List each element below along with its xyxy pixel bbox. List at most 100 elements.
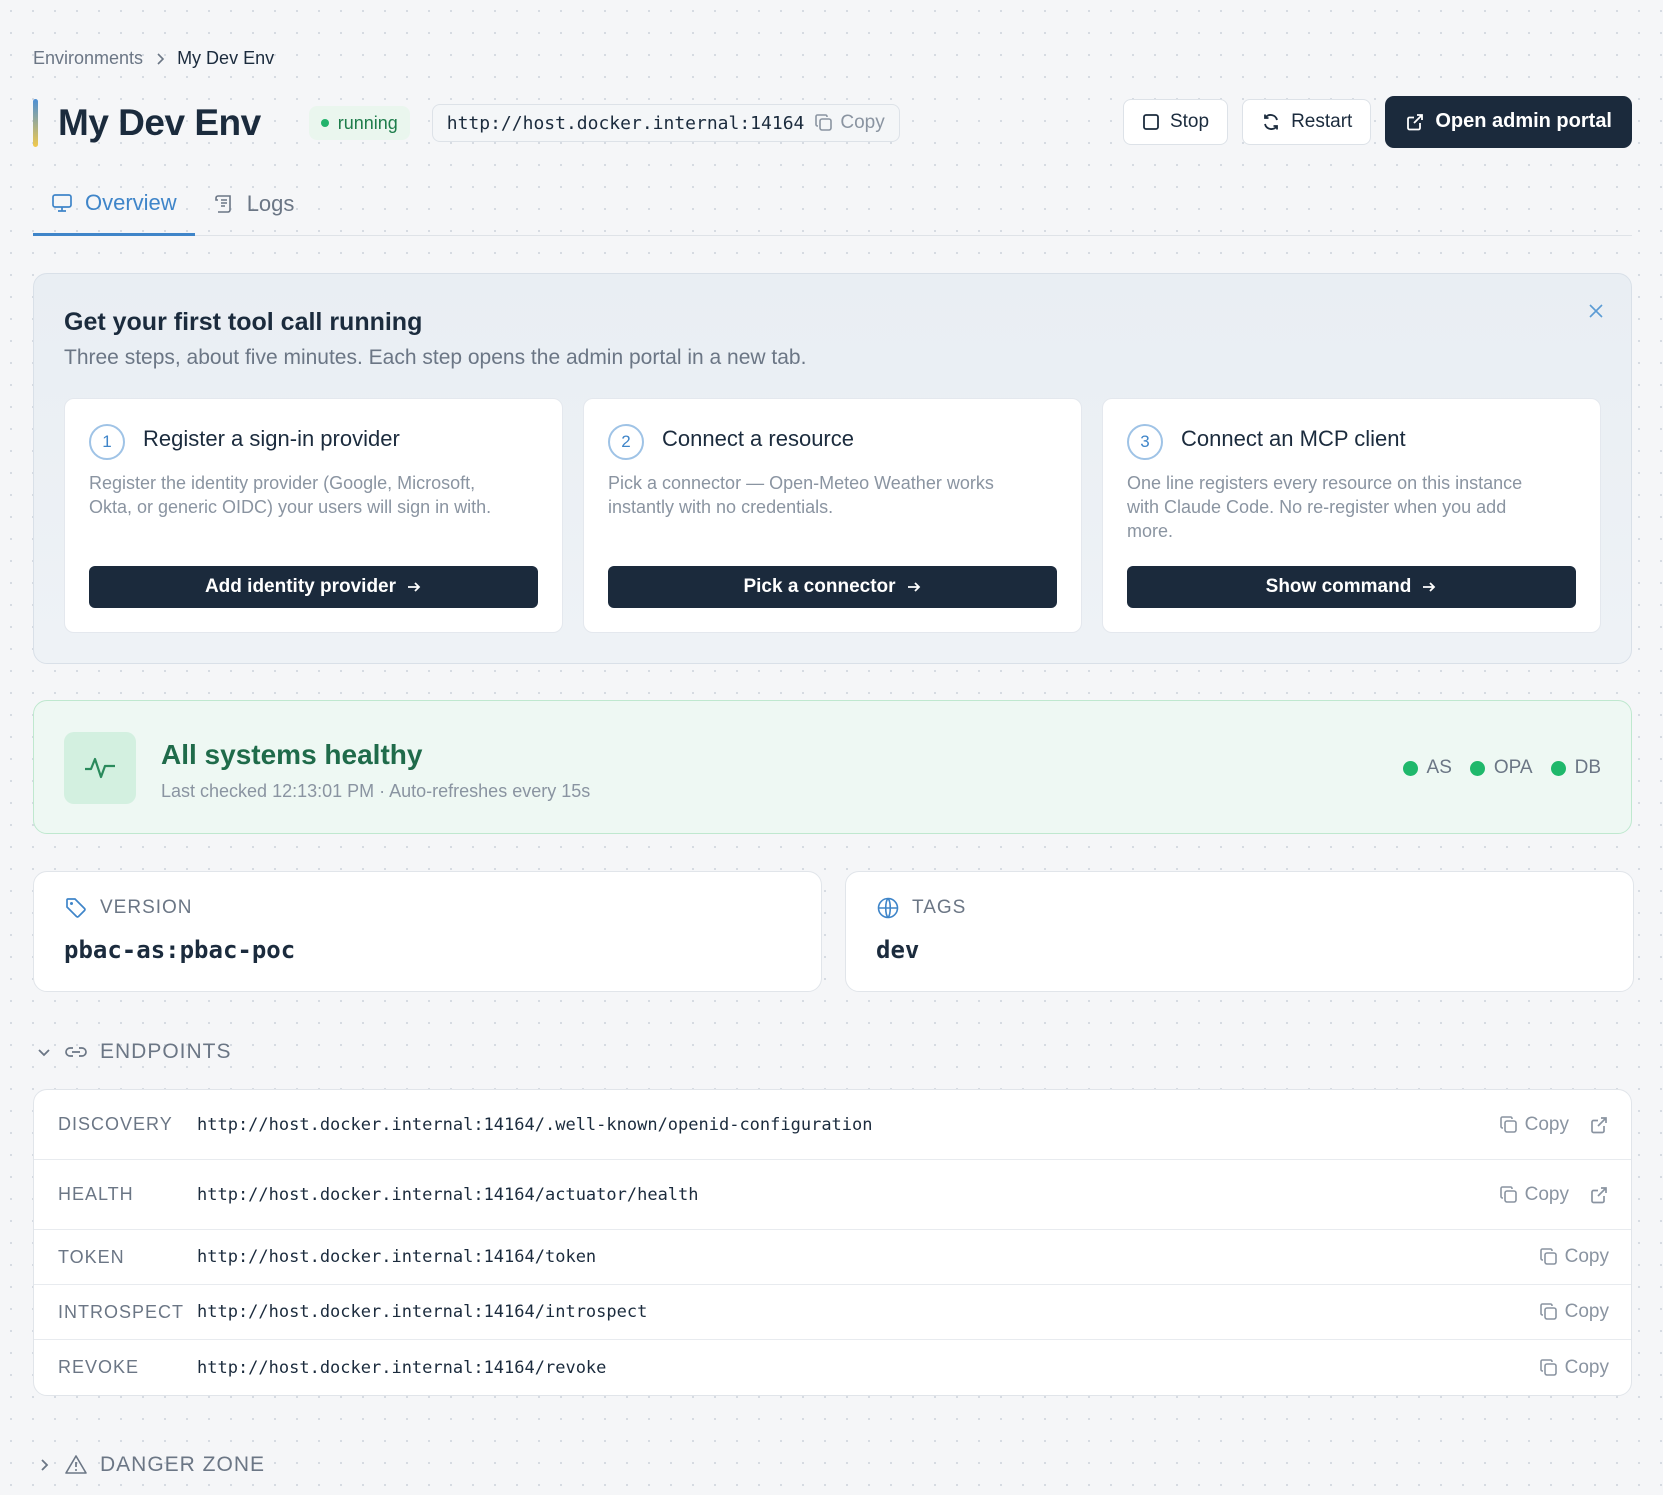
copy-endpoint-button[interactable]: Copy	[1499, 1114, 1569, 1136]
tab-bar: Overview Logs	[33, 172, 1632, 236]
health-panel: All systems healthy Last checked 12:13:0…	[33, 700, 1632, 834]
breadcrumb-environments-link[interactable]: Environments	[33, 48, 143, 69]
external-link-icon[interactable]	[1589, 1115, 1609, 1135]
copy-label: Copy	[1524, 1183, 1569, 1205]
endpoint-url: http://host.docker.internal:14164/intros…	[197, 1302, 648, 1322]
copy-icon	[1499, 1185, 1519, 1205]
step-card: 1 Register a sign-in provider Register t…	[64, 398, 563, 633]
copy-endpoint-button[interactable]: Copy	[1539, 1301, 1609, 1323]
endpoint-label: TOKEN	[58, 1246, 125, 1267]
copy-label: Copy	[1524, 1113, 1569, 1135]
copy-label: Copy	[840, 112, 885, 133]
status-text: running	[337, 112, 398, 133]
chevron-right-icon	[155, 52, 165, 66]
onboarding-subtitle: Three steps, about five minutes. Each st…	[64, 346, 807, 369]
step-number: 2	[608, 424, 644, 460]
step-number: 3	[1127, 424, 1163, 460]
tab-logs-label: Logs	[246, 191, 295, 216]
endpoint-label: DISCOVERY	[58, 1114, 173, 1134]
step-button-label: Pick a connector	[743, 576, 896, 597]
endpoints-title: ENDPOINTS	[100, 1040, 232, 1063]
tags-card: TAGS dev	[845, 871, 1634, 992]
copy-icon	[1539, 1302, 1559, 1322]
globe-icon	[876, 896, 900, 920]
health-title: All systems healthy	[161, 739, 423, 770]
step-title: Register a sign-in provider	[143, 426, 400, 451]
copy-endpoint-button[interactable]: Copy	[1499, 1184, 1569, 1206]
breadcrumb-current: My Dev Env	[177, 48, 275, 68]
indicator-label: DB	[1574, 757, 1601, 778]
title-accent-bar	[33, 99, 38, 147]
show-command-button[interactable]: Show command	[1127, 566, 1576, 608]
chevron-right-icon	[36, 1457, 52, 1473]
step-button-label: Add identity provider	[204, 576, 397, 597]
onboarding-steps: 1 Register a sign-in provider Register t…	[64, 398, 1601, 633]
stop-label: Stop	[1169, 110, 1210, 132]
pick-connector-button[interactable]: Pick a connector	[608, 566, 1057, 608]
tab-logs[interactable]: Logs	[195, 172, 313, 236]
endpoint-url: http://host.docker.internal:14164/.well-…	[197, 1114, 873, 1135]
table-row: HEALTH http://host.docker.internal:14164…	[34, 1160, 1631, 1230]
step-description: Pick a connector — Open-Meteo Weather wo…	[608, 473, 994, 517]
copy-endpoint-button[interactable]: Copy	[1539, 1246, 1609, 1268]
table-row: INTROSPECT http://host.docker.internal:1…	[34, 1285, 1631, 1340]
status-dot-icon	[1550, 760, 1566, 776]
page-header: My Dev Env running http://host.docker.in…	[33, 95, 1632, 150]
activity-icon	[64, 732, 136, 804]
environment-url: http://host.docker.internal:14164	[446, 112, 805, 134]
open-admin-portal-button[interactable]: Open admin portal	[1385, 95, 1632, 148]
copy-icon	[1539, 1358, 1559, 1378]
onboarding-panel: Get your first tool call running Three s…	[33, 273, 1632, 664]
stop-button[interactable]: Stop	[1122, 98, 1229, 145]
endpoint-url: http://host.docker.internal:14164/revoke	[197, 1357, 607, 1378]
copy-label: Copy	[1564, 1246, 1609, 1267]
status-dot-icon	[1402, 760, 1418, 776]
endpoint-label: HEALTH	[58, 1184, 134, 1204]
indicator-label: AS	[1426, 757, 1452, 778]
table-row: DISCOVERY http://host.docker.internal:14…	[34, 1090, 1631, 1160]
step-button-label: Show command	[1265, 576, 1412, 597]
table-row: REVOKE http://host.docker.internal:14164…	[34, 1340, 1631, 1395]
copy-icon	[1539, 1247, 1559, 1267]
endpoint-label: INTROSPECT	[58, 1301, 185, 1322]
danger-zone-section-toggle[interactable]: DANGER ZONE	[36, 1453, 265, 1477]
version-label: VERSION	[100, 897, 193, 918]
refresh-icon	[1261, 112, 1281, 132]
stop-icon	[1142, 113, 1160, 131]
step-title: Connect a resource	[662, 426, 854, 451]
arrow-right-icon	[906, 579, 922, 595]
copy-label: Copy	[1564, 1301, 1609, 1322]
endpoint-url: http://host.docker.internal:14164/token	[197, 1247, 597, 1267]
step-card: 3 Connect an MCP client One line registe…	[1102, 398, 1601, 633]
tags-value: dev	[876, 936, 920, 964]
restart-label: Restart	[1291, 110, 1353, 132]
step-number: 1	[89, 424, 125, 460]
endpoints-table: DISCOVERY http://host.docker.internal:14…	[33, 1089, 1632, 1396]
close-icon[interactable]	[1587, 302, 1605, 320]
endpoints-section-toggle[interactable]: ENDPOINTS	[36, 1040, 232, 1064]
monitor-icon	[51, 192, 73, 214]
step-description: One line registers every resource on thi…	[1127, 473, 1523, 541]
arrow-right-icon	[1421, 579, 1437, 595]
copy-label: Copy	[1564, 1356, 1609, 1378]
status-badge: running	[308, 106, 410, 140]
copy-icon	[1499, 1115, 1519, 1135]
add-identity-provider-button[interactable]: Add identity provider	[89, 566, 538, 608]
tag-icon	[64, 896, 88, 920]
status-dot-icon	[1469, 760, 1485, 776]
copy-endpoint-button[interactable]: Copy	[1539, 1357, 1609, 1379]
external-link-icon[interactable]	[1589, 1185, 1609, 1205]
scroll-icon	[213, 193, 235, 215]
page-title: My Dev Env	[58, 102, 261, 143]
endpoint-url: http://host.docker.internal:14164/actuat…	[197, 1184, 699, 1205]
health-indicator-db: DB	[1550, 757, 1601, 779]
health-subtitle: Last checked 12:13:01 PM · Auto-refreshe…	[161, 781, 591, 801]
chevron-down-icon	[36, 1044, 52, 1060]
copy-url-button[interactable]: Copy	[814, 112, 885, 134]
version-card: VERSION pbac-as:pbac-poc	[33, 871, 822, 992]
external-link-icon	[1405, 112, 1425, 132]
restart-button[interactable]: Restart	[1242, 98, 1372, 145]
tab-overview[interactable]: Overview	[33, 172, 195, 236]
health-indicator-as: AS	[1402, 757, 1452, 779]
health-indicator-opa: OPA	[1469, 757, 1533, 779]
